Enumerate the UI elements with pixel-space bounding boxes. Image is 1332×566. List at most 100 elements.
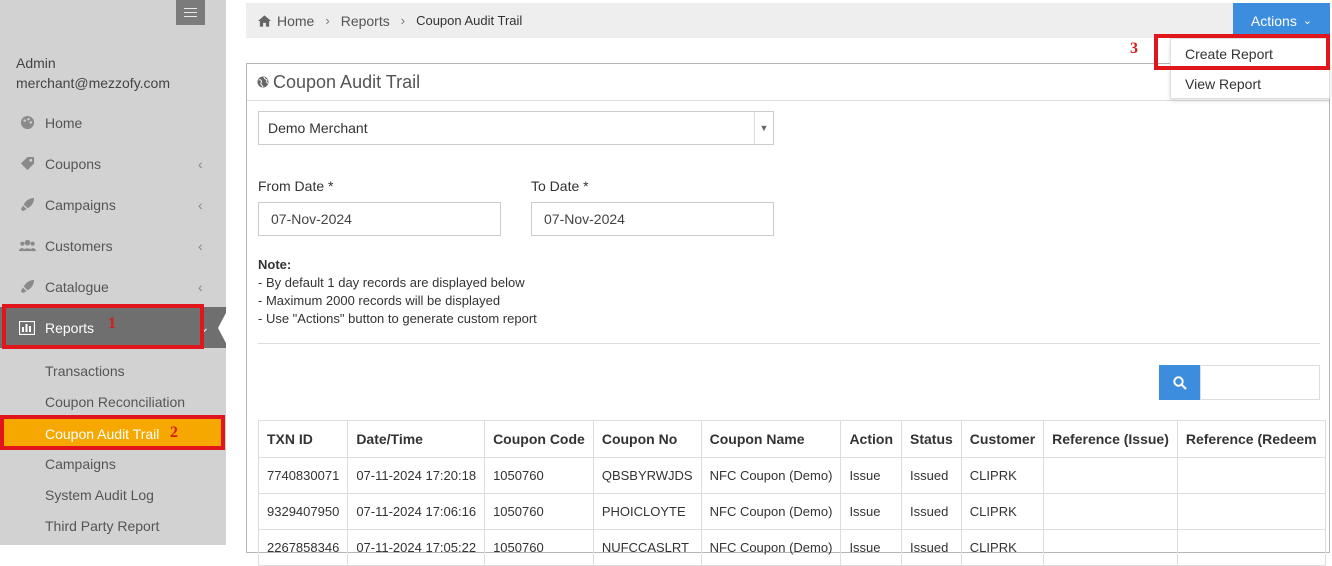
annotation-box-2 [0, 415, 225, 450]
from-date-label: From Date * [258, 178, 334, 194]
note-block: Note: - By default 1 day records are dis… [258, 256, 537, 328]
table-row: 7740830071 07-11-2024 17:20:18 1050760 Q… [257, 457, 1326, 494]
table-cell: CLIPRK [960, 529, 1045, 566]
search-input[interactable] [1200, 365, 1320, 400]
annotation-number-2: 2 [170, 424, 178, 441]
tag-icon [18, 155, 36, 173]
home-icon [258, 14, 271, 27]
sidebar: Admin merchant@mezzofy.com Home Coupons … [0, 0, 227, 545]
table-cell: Issued [901, 457, 962, 494]
sidebar-item-home[interactable]: Home [0, 102, 226, 143]
actions-button[interactable]: Actions ⌄ [1233, 3, 1330, 38]
breadcrumb-reports[interactable]: Reports [341, 13, 390, 29]
table-cell: Issue [840, 457, 902, 494]
col-header[interactable]: TXN ID [257, 420, 349, 458]
table-cell [1176, 493, 1326, 530]
merchant-select[interactable]: Demo Merchant ▼ [258, 111, 774, 145]
rocket-icon [18, 278, 36, 296]
divider [258, 343, 1320, 344]
submenu-system-audit-log[interactable]: System Audit Log [0, 479, 226, 510]
sidebar-item-catalogue[interactable]: Catalogue ‹ [0, 266, 226, 307]
table-cell: 07-11-2024 17:06:16 [347, 493, 486, 530]
audit-table: TXN ID Date/Time Coupon Code Coupon No C… [257, 420, 1326, 566]
search-icon [1172, 375, 1187, 390]
sidebar-item-customers[interactable]: Customers ‹ [0, 225, 226, 266]
breadcrumb-home[interactable]: Home [277, 13, 314, 29]
top-bar: Home › Reports › Coupon Audit Trail Acti… [246, 3, 1330, 38]
sidebar-item-label: Campaigns [45, 196, 116, 213]
active-pointer [218, 311, 227, 345]
sidebar-item-label: Home [45, 114, 83, 131]
users-icon [18, 237, 36, 255]
search-button[interactable] [1159, 365, 1200, 400]
submenu-coupon-reconciliation[interactable]: Coupon Reconciliation [0, 386, 226, 417]
annotation-box-3 [1154, 34, 1330, 70]
table-cell [1043, 529, 1178, 566]
table-cell: Issue [840, 529, 902, 566]
chevron-left-icon: ‹ [198, 155, 203, 172]
table-cell: 2267858346 [257, 529, 349, 566]
table-cell: 1050760 [484, 457, 594, 494]
merchant-select-value: Demo Merchant [268, 120, 368, 136]
note-title: Note: [258, 257, 292, 272]
sidebar-item-coupons[interactable]: Coupons ‹ [0, 143, 226, 184]
table-cell: Issue [840, 493, 902, 530]
chevron-down-icon: ⌄ [1302, 15, 1313, 27]
to-date-input[interactable]: 07-Nov-2024 [531, 202, 774, 236]
col-header[interactable]: Customer [960, 420, 1045, 458]
user-info: Admin merchant@mezzofy.com [16, 53, 170, 93]
table-cell [1043, 457, 1178, 494]
globe-icon [257, 76, 269, 88]
menu-item-view-report[interactable]: View Report [1185, 76, 1261, 92]
table-cell: NFC Coupon (Demo) [700, 457, 842, 494]
table-row: 2267858346 07-11-2024 17:05:22 1050760 N… [257, 529, 1326, 566]
submenu-campaigns[interactable]: Campaigns [0, 448, 226, 479]
sidebar-item-label: Customers [45, 237, 113, 254]
actions-label: Actions [1250, 12, 1297, 29]
palette-icon [18, 114, 36, 132]
col-header[interactable]: Coupon Code [484, 420, 594, 458]
sidebar-item-campaigns[interactable]: Campaigns ‹ [0, 184, 226, 225]
table-cell: 7740830071 [257, 457, 349, 494]
breadcrumb: Home › Reports › Coupon Audit Trail [258, 3, 522, 38]
col-header[interactable]: Reference (Issue) [1043, 420, 1178, 458]
table-cell: 1050760 [484, 493, 594, 530]
table-cell: NFC Coupon (Demo) [700, 529, 842, 566]
breadcrumb-separator-icon: › [400, 13, 406, 28]
rocket-icon [18, 196, 36, 214]
col-header[interactable]: Date/Time [347, 420, 486, 458]
submenu-third-party-report[interactable]: Third Party Report [0, 510, 226, 541]
col-header[interactable]: Reference (Redeem [1176, 420, 1326, 458]
table-cell: QBSBYRWJDS [592, 457, 702, 494]
table-cell: CLIPRK [960, 493, 1045, 530]
col-header[interactable]: Coupon No [592, 420, 702, 458]
table-cell: Issued [901, 529, 962, 566]
to-date-label: To Date * [531, 178, 589, 194]
chevron-left-icon: ‹ [198, 237, 203, 254]
table-cell: CLIPRK [960, 457, 1045, 494]
note-line: - Maximum 2000 records will be displayed [258, 293, 501, 308]
note-line: - By default 1 day records are displayed… [258, 275, 525, 290]
table-cell: Issued [901, 493, 962, 530]
table-cell: PHOICLOYTE [592, 493, 702, 530]
table-cell: NFC Coupon (Demo) [700, 493, 842, 530]
table-row: 9329407950 07-11-2024 17:06:16 1050760 P… [257, 493, 1326, 530]
submenu-transactions[interactable]: Transactions [0, 355, 226, 386]
table-cell: 1050760 [484, 529, 594, 566]
table-cell [1176, 457, 1326, 494]
user-email: merchant@mezzofy.com [16, 75, 170, 91]
menu-toggle-button[interactable] [176, 0, 205, 25]
from-date-input[interactable]: 07-Nov-2024 [258, 202, 501, 236]
col-header[interactable]: Action [840, 420, 902, 458]
col-header[interactable]: Status [901, 420, 962, 458]
chevron-left-icon: ‹ [198, 196, 203, 213]
caret-down-icon: ▼ [754, 112, 773, 144]
col-header[interactable]: Coupon Name [700, 420, 842, 458]
table-cell [1176, 529, 1326, 566]
annotation-number-1: 1 [108, 315, 116, 332]
sidebar-item-label: Coupons [45, 155, 102, 172]
coupon-audit-panel: Coupon Audit Trail Demo Merchant ▼ From … [246, 63, 1330, 566]
table-cell: 9329407950 [257, 493, 349, 530]
chevron-left-icon: ‹ [198, 278, 203, 295]
table-cell: NUFCCASLRT [592, 529, 702, 566]
